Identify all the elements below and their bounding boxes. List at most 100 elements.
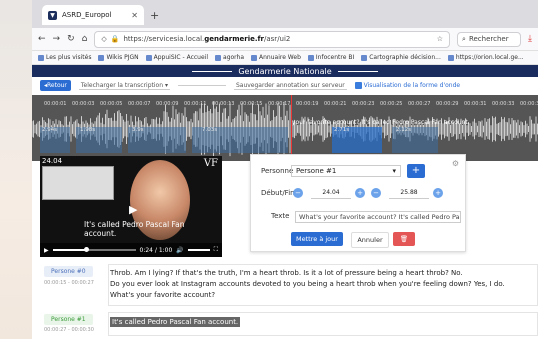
bookmark-label: https://orion.local.ge... <box>455 54 524 61</box>
update-button[interactable]: Mettre à jour <box>291 232 343 246</box>
video-progress-bar[interactable] <box>52 247 136 252</box>
search-placeholder: Rechercher <box>468 35 509 43</box>
gear-icon[interactable]: ⚙ <box>452 159 459 168</box>
segment-person-badge[interactable]: Persone #1 <box>44 314 93 325</box>
waveform-time-label: 00:00:11 <box>184 101 207 107</box>
waveform-time-label: 00:00:05 <box>100 101 123 107</box>
text-label: Texte <box>271 212 290 220</box>
waveform-time-label: 00:00:35 <box>520 101 538 107</box>
bookmark-item[interactable]: Wikis PJGN <box>98 54 139 61</box>
bookmark-icon <box>251 54 258 61</box>
cancel-button[interactable]: Annuler <box>351 232 389 248</box>
forward-arrow-icon[interactable]: → <box>53 34 61 44</box>
bookmark-item[interactable]: Infocentre BI <box>307 54 355 61</box>
new-tab-button[interactable]: + <box>150 9 159 22</box>
segment-text[interactable]: Throb. Am I lying? If that's the truth, … <box>110 268 530 301</box>
waveform-toggle[interactable]: Visualisation de la forme d'onde <box>354 82 460 89</box>
bookmark-item[interactable]: Cartographie décision... <box>361 54 441 61</box>
volume-slider[interactable] <box>187 249 210 251</box>
save-annotation-button[interactable]: Sauvegarder annotation sur serveur <box>233 82 347 90</box>
person-select[interactable]: Persone #1 ▾ <box>291 165 401 177</box>
bookmark-item[interactable]: https://orion.local.ge... <box>447 54 524 61</box>
video-time-display: 0:24 / 1:00 <box>139 246 173 254</box>
waveform-time-label: 00:00:09 <box>156 101 179 107</box>
bookmark-item[interactable]: Les plus visités <box>38 54 91 61</box>
video-timestamp: 24.04 <box>42 157 63 165</box>
play-button-icon[interactable]: ▶ <box>44 247 49 254</box>
browser-window: ▼ ASRD_Europol ✕ + ← → ↻ ⌂ ◇ 🔒 https://s… <box>32 0 538 339</box>
back-button[interactable]: ◂Retour <box>40 80 71 91</box>
format-select[interactable] <box>177 85 226 86</box>
start-plus-icon[interactable]: + <box>355 188 365 198</box>
fullscreen-icon[interactable]: ⛶ <box>214 246 218 254</box>
person-label: Personne <box>261 167 294 175</box>
download-icon[interactable]: ⤓ <box>528 34 532 44</box>
bookmark-icon <box>361 54 368 61</box>
waveform-time-label: 00:00:23 <box>352 101 375 107</box>
segment-text-input[interactable]: What's your favorite account? It's calle… <box>295 211 461 223</box>
waveform-time-label: 00:00:13 <box>212 101 235 107</box>
waveform-time-label: 00:00:19 <box>296 101 319 107</box>
add-person-button[interactable]: + <box>407 164 425 178</box>
checkbox-icon <box>354 82 362 89</box>
video-player[interactable]: 24.04 VF ▶ It's called Pedro Pascal Fan … <box>40 156 222 257</box>
region-duration-label: 3.9s <box>132 127 144 133</box>
end-time-input[interactable]: 25.88 <box>389 187 429 199</box>
site-header: Gendarmerie Nationale <box>32 65 538 77</box>
region-duration-label: 7.03s <box>202 127 218 133</box>
chevron-down-icon: ▾ <box>392 167 396 175</box>
play-icon[interactable]: ▶ <box>129 203 137 216</box>
back-arrow-icon[interactable]: ← <box>38 34 46 44</box>
bookmark-label: Annuaire Web <box>259 54 301 61</box>
start-time-input[interactable]: 24.04 <box>311 187 351 199</box>
close-tab-icon[interactable]: ✕ <box>131 11 138 20</box>
search-box[interactable]: ⌕ Rechercher <box>457 31 522 47</box>
video-progress-knob[interactable] <box>83 247 89 252</box>
address-bar[interactable]: ◇ 🔒 https://servicesia.local.gendarmerie… <box>94 30 451 48</box>
waveform-time-label: 00:00:29 <box>436 101 459 107</box>
home-icon[interactable]: ⌂ <box>82 34 88 44</box>
bookmarks-bar: Les plus visités Wikis PJGN AppuiSIC - Acc… <box>32 51 538 65</box>
segment-text[interactable]: It's called Pedro Pascal Fan account. <box>110 317 530 328</box>
waveform-time-label: 00:00:21 <box>324 101 347 107</box>
segment-line-highlighted: It's called Pedro Pascal Fan account. <box>110 317 241 327</box>
download-transcription-select[interactable]: Telecharger la transcription ▾ <box>78 82 170 90</box>
region-duration-label: 2.71s <box>334 127 350 133</box>
bookmark-label: Infocentre BI <box>315 54 355 61</box>
shield-icon: ◇ <box>101 35 107 43</box>
bookmark-star-icon[interactable]: ☆ <box>437 35 443 43</box>
waveform-time-label: 00:00:03 <box>72 101 95 107</box>
delete-icon[interactable]: 🗑 <box>393 232 415 246</box>
bookmark-icon <box>447 54 454 61</box>
waveform-time-label: 00:00:31 <box>464 101 487 107</box>
end-minus-icon[interactable]: − <box>371 188 381 198</box>
waveform-panel[interactable]: 00:00:01 00:00:03 00:00:05 00:00:07 00:00:09… <box>32 95 538 161</box>
segment-person-badge[interactable]: Persone #0 <box>44 266 93 277</box>
bookmark-icon <box>145 54 152 61</box>
tab-title: ASRD_Europol <box>62 11 112 19</box>
playhead-cursor[interactable] <box>291 95 292 161</box>
waveform-time-label: 00:00:33 <box>492 101 515 107</box>
reload-icon[interactable]: ↻ <box>67 34 75 44</box>
bookmark-label: AppuiSIC - Accueil <box>153 54 209 61</box>
bookmark-item[interactable]: AppuiSIC - Accueil <box>145 54 209 61</box>
gendarmerie-favicon-icon: ▼ <box>48 10 57 20</box>
bookmark-item[interactable]: Annuaire Web <box>251 54 301 61</box>
lock-icon: 🔒 <box>110 35 120 43</box>
waveform-time-label: 00:00:17 <box>268 101 291 107</box>
bookmark-label: agorha <box>223 54 245 61</box>
browser-tab[interactable]: ▼ ASRD_Europol ✕ <box>42 5 144 25</box>
header-line-right <box>337 70 378 72</box>
volume-icon[interactable]: 🔊 <box>176 247 183 254</box>
bookmark-item[interactable]: agorha <box>215 54 244 61</box>
bookmark-icon <box>307 54 314 61</box>
end-plus-icon[interactable]: + <box>433 188 443 198</box>
start-minus-icon[interactable]: − <box>293 188 303 198</box>
segment-line: Throb. Am I lying? If that's the truth, … <box>110 269 463 277</box>
segment-time: 00:00:15 - 00:00:27 <box>44 280 94 286</box>
time-label: Début/Fin <box>261 189 295 197</box>
segment-line: Do you ever look at Instagram accounts d… <box>110 280 505 288</box>
header-line-left <box>192 70 233 72</box>
bookmark-label: Cartographie décision... <box>369 54 441 61</box>
bookmark-icon <box>215 54 222 61</box>
